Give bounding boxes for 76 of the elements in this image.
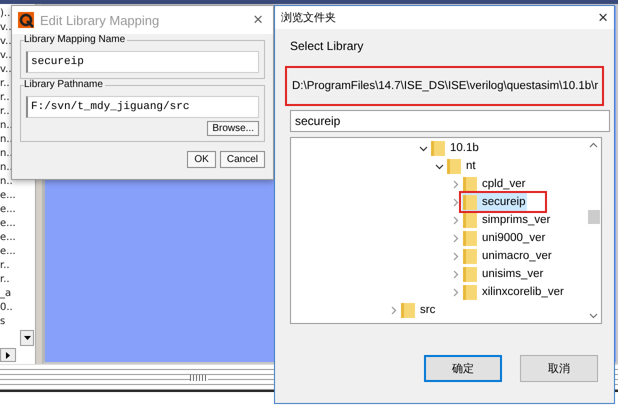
folder-icon <box>447 158 461 174</box>
list-item[interactable]: n.. <box>0 119 13 133</box>
list-item[interactable]: 0.. <box>0 301 13 315</box>
chevron-right-icon[interactable] <box>451 216 460 224</box>
path-input-field[interactable]: F:/svn/t_mdy_jiguang/src <box>26 96 259 118</box>
app-logo-icon <box>18 12 34 28</box>
window-title: Edit Library Mapping <box>40 12 160 28</box>
list-item[interactable]: r.. <box>0 105 10 119</box>
list-item[interactable]: r.. <box>0 91 10 105</box>
splitter-grip[interactable] <box>190 374 208 380</box>
list-item[interactable]: r.. <box>0 259 10 273</box>
close-button[interactable]: × <box>598 8 608 28</box>
list-item[interactable]: n.. <box>0 133 13 147</box>
folder-item[interactable]: nt <box>446 157 478 175</box>
folder-icon <box>463 284 477 300</box>
scroll-right-button[interactable] <box>0 348 16 362</box>
list-item[interactable]: n.. <box>0 161 13 175</box>
folder-icon <box>463 266 477 282</box>
folder-icon <box>463 176 477 192</box>
path-text: D:\ProgramFiles\14.7\ISE_DS\ISE\verilog\questasim\10.1b\r <box>292 80 598 92</box>
list-item[interactable]: e... <box>0 231 16 245</box>
down-arrow-icon <box>24 336 30 340</box>
folder-icon <box>431 140 445 156</box>
right-arrow-icon <box>6 352 10 358</box>
chevron-right-icon[interactable] <box>451 270 460 278</box>
folder-icon <box>463 230 477 246</box>
list-item[interactable]: n.. <box>0 147 13 161</box>
list-item[interactable]: r.. <box>0 77 10 91</box>
chevron-right-icon[interactable] <box>389 306 398 314</box>
list-item[interactable]: e... <box>0 245 16 259</box>
confirm-button[interactable]: 确定 <box>424 355 502 382</box>
list-item[interactable]: n.. <box>0 175 13 189</box>
list-item[interactable]: r.. <box>0 273 10 287</box>
list-item[interactable]: v.. <box>0 21 12 35</box>
chevron-down-icon[interactable] <box>419 144 428 152</box>
selected-folder-item[interactable]: secureip <box>462 193 528 211</box>
chevron-right-icon[interactable] <box>451 252 460 260</box>
ok-button[interactable]: OK <box>187 151 216 168</box>
list-item[interactable]: e... <box>0 189 16 203</box>
cancel-button[interactable]: Cancel <box>220 151 265 168</box>
group-label: Library Pathname <box>24 79 105 90</box>
list-item[interactable]: e... <box>0 217 16 231</box>
prompt-text: Select Library <box>290 39 364 53</box>
folder-item[interactable]: 10.1b <box>430 139 481 157</box>
folder-icon <box>463 194 477 210</box>
chevron-right-icon[interactable] <box>451 288 460 296</box>
chevron-down-icon[interactable] <box>435 162 444 170</box>
folder-input-field[interactable]: secureip <box>290 110 610 132</box>
close-button[interactable]: × <box>249 10 267 30</box>
cancel-button[interactable]: 取消 <box>520 355 598 382</box>
list-item[interactable]: e... <box>0 203 16 217</box>
chevron-right-icon[interactable] <box>451 180 460 188</box>
window-title: 浏览文件夹 <box>281 10 337 25</box>
folder-item[interactable]: unisims_ver <box>462 265 546 283</box>
browse-button[interactable]: Browse... <box>207 121 259 136</box>
list-item[interactable]: v.. <box>0 49 12 63</box>
folder-icon <box>463 248 477 264</box>
folder-item[interactable]: simprims_ver <box>462 211 552 229</box>
list-item[interactable]: _a <box>0 287 12 301</box>
folder-item[interactable]: xilinxcorelib_ver <box>462 283 566 301</box>
folder-item[interactable]: cpld_ver <box>462 175 528 193</box>
folder-icon <box>463 212 477 228</box>
chevron-right-icon[interactable] <box>451 198 460 206</box>
scroll-down-button[interactable] <box>20 330 34 346</box>
name-input-field[interactable]: secureip <box>26 51 259 73</box>
list-item[interactable]: ).. <box>0 7 10 21</box>
folder-item[interactable]: unimacro_ver <box>462 247 554 265</box>
list-item[interactable]: s <box>0 315 6 329</box>
folder-item[interactable]: uni9000_ver <box>462 229 548 247</box>
list-item[interactable]: v.. <box>0 35 12 49</box>
scrollbar-thumb[interactable] <box>588 210 600 224</box>
chevron-right-icon[interactable] <box>451 234 460 242</box>
folder-icon <box>401 302 415 318</box>
group-label: Library Mapping Name <box>24 34 128 45</box>
list-item[interactable]: v.. <box>0 63 12 77</box>
folder-item[interactable]: src <box>400 301 438 319</box>
